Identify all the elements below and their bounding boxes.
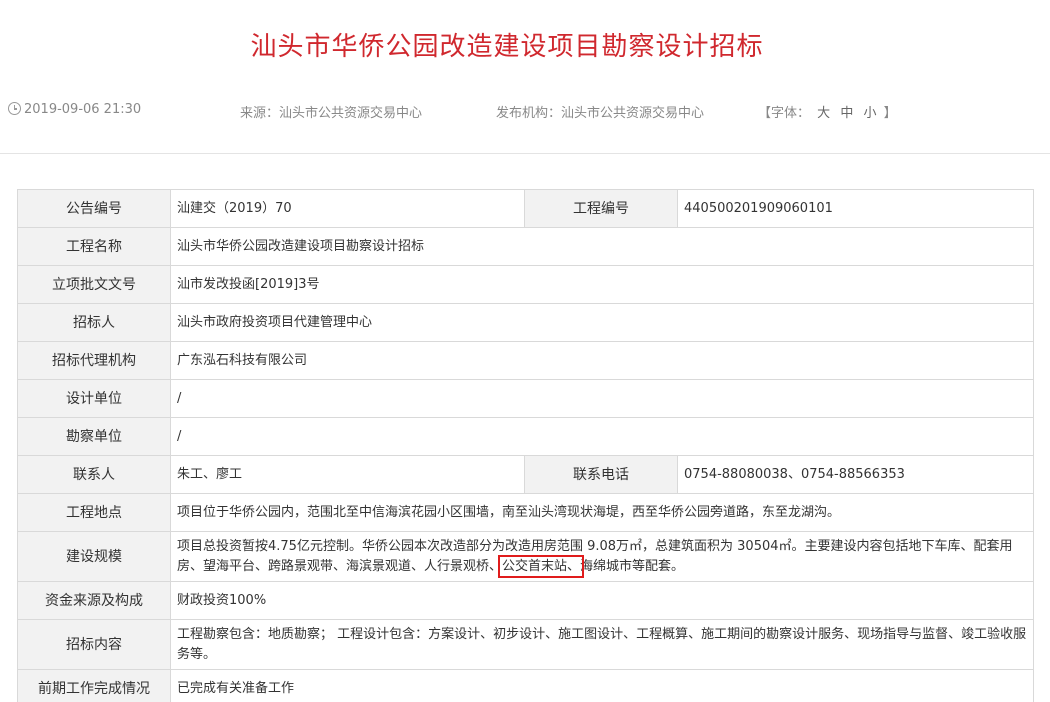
font-label-close: 】 xyxy=(883,106,897,121)
font-small-link[interactable]: 小 xyxy=(863,106,876,121)
announcement-page: 汕头市华侨公园改造建设项目勘察设计招标 2019-09-06 21:30 来源：… xyxy=(0,0,1050,702)
table-row: 资金来源及构成 财政投资100% xyxy=(17,581,1034,620)
project-no-value: 440500201909060101 xyxy=(677,189,1034,228)
announce-no-label: 公告编号 xyxy=(17,189,171,228)
contact-label: 联系人 xyxy=(17,455,171,494)
design-unit-value: / xyxy=(170,379,1034,418)
project-name-label: 工程名称 xyxy=(17,227,171,266)
location-label: 工程地点 xyxy=(17,493,171,532)
publisher-text: 发布机构：汕头市公共资源交易中心 xyxy=(496,106,705,121)
table-row: 建设规模 项目总投资暂按4.75亿元控制。华侨公园本次改造部分为改造用房范围 9… xyxy=(17,531,1034,582)
font-large-link[interactable]: 大 xyxy=(817,106,830,121)
tenderer-value: 汕头市政府投资项目代建管理中心 xyxy=(170,303,1034,342)
scale-value: 项目总投资暂按4.75亿元控制。华侨公园本次改造部分为改造用房范围 9.08万㎡… xyxy=(170,531,1034,582)
publish-date: 2019-09-06 21:30 xyxy=(8,102,141,117)
design-unit-label: 设计单位 xyxy=(17,379,171,418)
font-label-open: 【字体： xyxy=(758,106,811,121)
font-size-switcher: 【字体： 大 中 小 】 xyxy=(758,102,897,121)
table-row: 立项批文文号 汕市发改投函[2019]3号 xyxy=(17,265,1034,304)
table-row: 勘察单位 / xyxy=(17,417,1034,456)
approval-label: 立项批文文号 xyxy=(17,265,171,304)
tenderer-label: 招标人 xyxy=(17,303,171,342)
funding-label: 资金来源及构成 xyxy=(17,581,171,620)
meta-bar: 2019-09-06 21:30 来源：汕头市公共资源交易中心 发布机构：汕头市… xyxy=(0,102,1050,122)
funding-value: 财政投资100% xyxy=(170,581,1034,620)
content-label: 招标内容 xyxy=(17,619,171,670)
table-row: 前期工作完成情况 已完成有关准备工作 xyxy=(17,669,1034,702)
survey-unit-value: / xyxy=(170,417,1034,456)
agency-value: 广东泓石科技有限公司 xyxy=(170,341,1034,380)
header-divider xyxy=(0,153,1050,154)
project-no-label: 工程编号 xyxy=(524,189,678,228)
table-row: 招标代理机构 广东泓石科技有限公司 xyxy=(17,341,1034,380)
clock-icon xyxy=(8,102,21,115)
table-row: 工程名称 汕头市华侨公园改造建设项目勘察设计招标 xyxy=(17,227,1034,266)
location-value: 项目位于华侨公园内，范围北至中信海滨花园小区围墙，南至汕头湾现状海堤，西至华侨公… xyxy=(170,493,1034,532)
source-text: 来源：汕头市公共资源交易中心 xyxy=(240,106,423,121)
approval-value: 汕市发改投函[2019]3号 xyxy=(170,265,1034,304)
page-title: 汕头市华侨公园改造建设项目勘察设计招标 xyxy=(250,32,764,62)
announce-no-value: 汕建交（2019）70 xyxy=(170,189,525,228)
table-row: 公告编号 汕建交（2019）70 工程编号 440500201909060101 xyxy=(17,189,1034,228)
prework-value: 已完成有关准备工作 xyxy=(170,669,1034,702)
prework-label: 前期工作完成情况 xyxy=(17,669,171,702)
project-name-value: 汕头市华侨公园改造建设项目勘察设计招标 xyxy=(170,227,1034,266)
scale-highlight: 公交首末站、 xyxy=(498,554,585,578)
content-value: 工程勘察包含：地质勘察； 工程设计包含：方案设计、初步设计、施工图设计、工程概算… xyxy=(170,619,1034,670)
table-row: 招标内容 工程勘察包含：地质勘察； 工程设计包含：方案设计、初步设计、施工图设计… xyxy=(17,619,1034,670)
table-row: 招标人 汕头市政府投资项目代建管理中心 xyxy=(17,303,1034,342)
agency-label: 招标代理机构 xyxy=(17,341,171,380)
publish-date-text: 2019-09-06 21:30 xyxy=(24,102,142,117)
scale-text-part2: 海绵城市等配套。 xyxy=(580,558,685,574)
project-info-table: 公告编号 汕建交（2019）70 工程编号 440500201909060101… xyxy=(17,189,1034,702)
table-row: 设计单位 / xyxy=(17,379,1034,418)
font-medium-link[interactable]: 中 xyxy=(840,106,853,121)
survey-unit-label: 勘察单位 xyxy=(17,417,171,456)
table-row: 工程地点 项目位于华侨公园内，范围北至中信海滨花园小区围墙，南至汕头湾现状海堤，… xyxy=(17,493,1034,532)
phone-label: 联系电话 xyxy=(524,455,678,494)
scale-label: 建设规模 xyxy=(17,531,171,582)
table-row: 联系人 朱工、廖工 联系电话 0754-88080038、0754-885663… xyxy=(17,455,1034,494)
contact-value: 朱工、廖工 xyxy=(170,455,525,494)
phone-value: 0754-88080038、0754-88566353 xyxy=(677,455,1034,494)
